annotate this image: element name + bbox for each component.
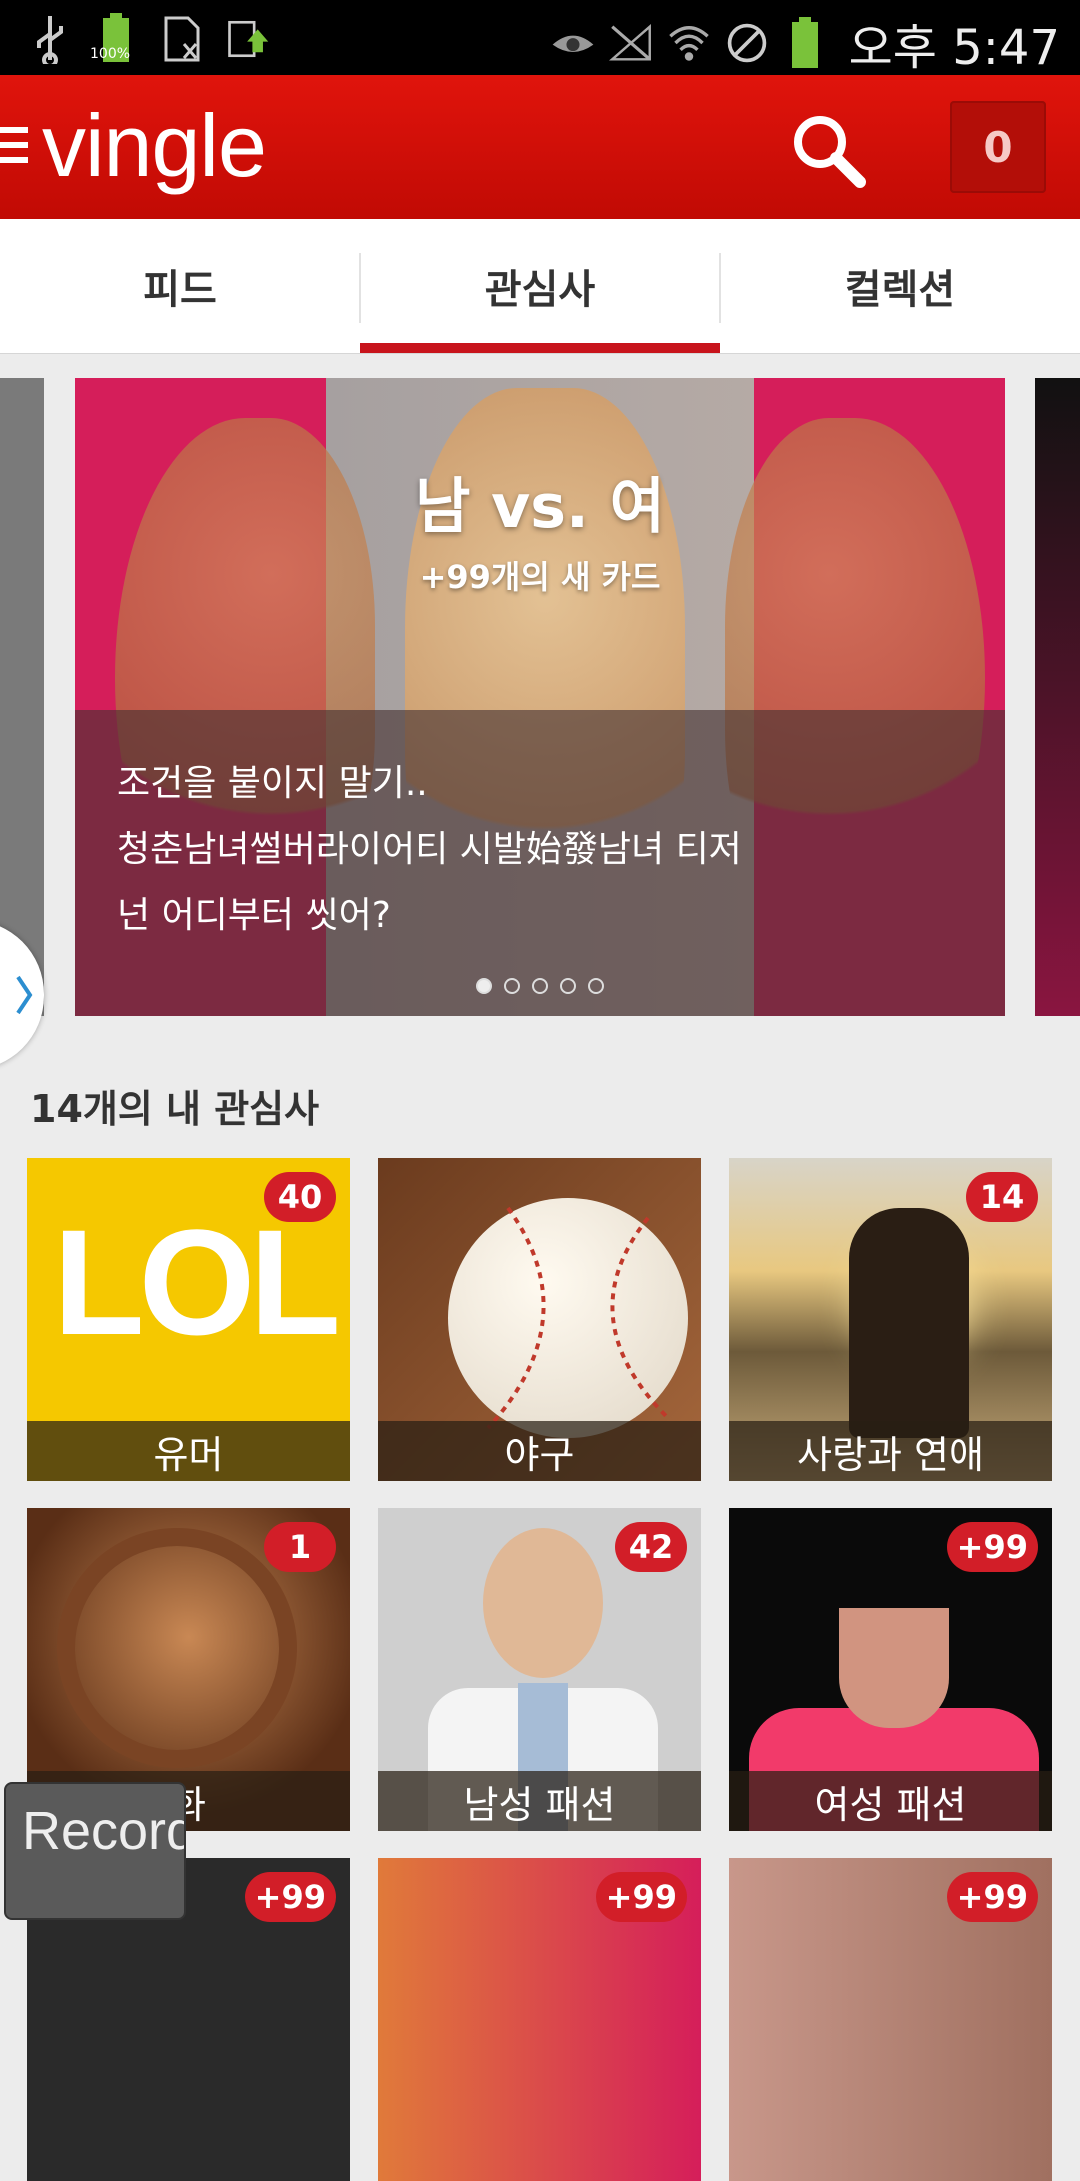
page-indicator xyxy=(75,978,1005,994)
new-count-badge: 1 xyxy=(264,1522,336,1572)
battery-icon xyxy=(783,16,827,70)
battery-percent: 100% xyxy=(90,46,131,62)
card-caption-line: 조건을 붙이지 말기.. xyxy=(117,763,428,804)
card-subtitle: +99개의 새 카드 xyxy=(419,558,661,596)
card-caption-line: 청춘남녀썰버라이어티 시발始發남녀 티저 xyxy=(117,829,742,870)
usb-icon xyxy=(28,12,72,66)
app-bar: vingle 0 xyxy=(0,75,1080,219)
page-dot xyxy=(504,978,520,994)
card-caption-line: 넌 어디부터 씻어? xyxy=(117,895,391,936)
interest-tile[interactable]: +99 xyxy=(729,1858,1052,2181)
cart-count-button[interactable]: 0 xyxy=(950,101,1046,193)
menu-icon[interactable] xyxy=(0,123,30,167)
tab-bar: 피드 관심사 컬렉션 xyxy=(0,219,1080,354)
screenshot-upload-icon xyxy=(226,12,270,66)
record-button[interactable]: Record xyxy=(4,1782,186,1920)
new-count-badge: +99 xyxy=(946,1872,1038,1922)
interest-tile[interactable]: LOL 40 유머 xyxy=(27,1158,350,1481)
interest-tile[interactable]: +99 여성 패션 xyxy=(729,1508,1052,1831)
card-caption-overlay: 조건을 붙이지 말기.. 청춘남녀썰버라이어티 시발始發남녀 티저 넌 어디부터… xyxy=(75,710,1005,1016)
active-tab-indicator xyxy=(360,343,720,353)
interest-label: 야구 xyxy=(378,1421,701,1481)
page-dot xyxy=(588,978,604,994)
do-not-disturb-icon xyxy=(725,16,769,70)
carousel-next-card[interactable] xyxy=(1035,378,1080,1016)
interest-tile[interactable]: 14 사랑과 연애 xyxy=(729,1158,1052,1481)
new-count-badge: +99 xyxy=(244,1872,336,1922)
sim-card-icon xyxy=(160,12,204,66)
page-dot xyxy=(476,978,492,994)
interest-tile[interactable]: 야구 xyxy=(378,1158,701,1481)
chevron-right-icon xyxy=(16,975,33,1015)
new-count-badge: +99 xyxy=(595,1872,687,1922)
carousel-prev-card[interactable] xyxy=(0,378,44,1016)
tab-feed[interactable]: 피드 xyxy=(0,219,360,353)
battery-full-icon: 100% xyxy=(90,12,138,66)
featured-card[interactable]: 남 vs. 여 +99개의 새 카드 조건을 붙이지 말기.. 청춘남녀썰버라이… xyxy=(75,378,1005,1016)
tab-interests[interactable]: 관심사 xyxy=(360,219,720,353)
interest-tile[interactable]: 42 남성 패션 xyxy=(378,1508,701,1831)
page-dot xyxy=(560,978,576,994)
card-title: 남 vs. 여 xyxy=(415,472,665,542)
new-count-badge: +99 xyxy=(946,1522,1038,1572)
interest-label: 남성 패션 xyxy=(378,1771,701,1831)
new-count-badge: 14 xyxy=(966,1172,1038,1222)
interest-label: 여성 패션 xyxy=(729,1771,1052,1831)
interest-label: 사랑과 연애 xyxy=(729,1421,1052,1481)
clock: 오후 5:47 xyxy=(848,20,1060,76)
search-icon xyxy=(794,116,866,188)
interest-label: 유머 xyxy=(27,1421,350,1481)
app-logo[interactable]: vingle xyxy=(42,95,267,197)
search-button[interactable] xyxy=(788,110,868,190)
new-count-badge: 42 xyxy=(615,1522,687,1572)
page-dot xyxy=(532,978,548,994)
status-bar: 100% 오후 5:47 xyxy=(0,0,1080,76)
wifi-icon xyxy=(667,16,711,70)
eye-icon xyxy=(551,16,595,70)
interest-tile[interactable]: +99 xyxy=(378,1858,701,2181)
section-title: 14개의 내 관심사 xyxy=(30,1087,320,1131)
no-signal-icon xyxy=(608,16,653,70)
tab-collections[interactable]: 컬렉션 xyxy=(720,219,1080,353)
new-count-badge: 40 xyxy=(264,1172,336,1222)
